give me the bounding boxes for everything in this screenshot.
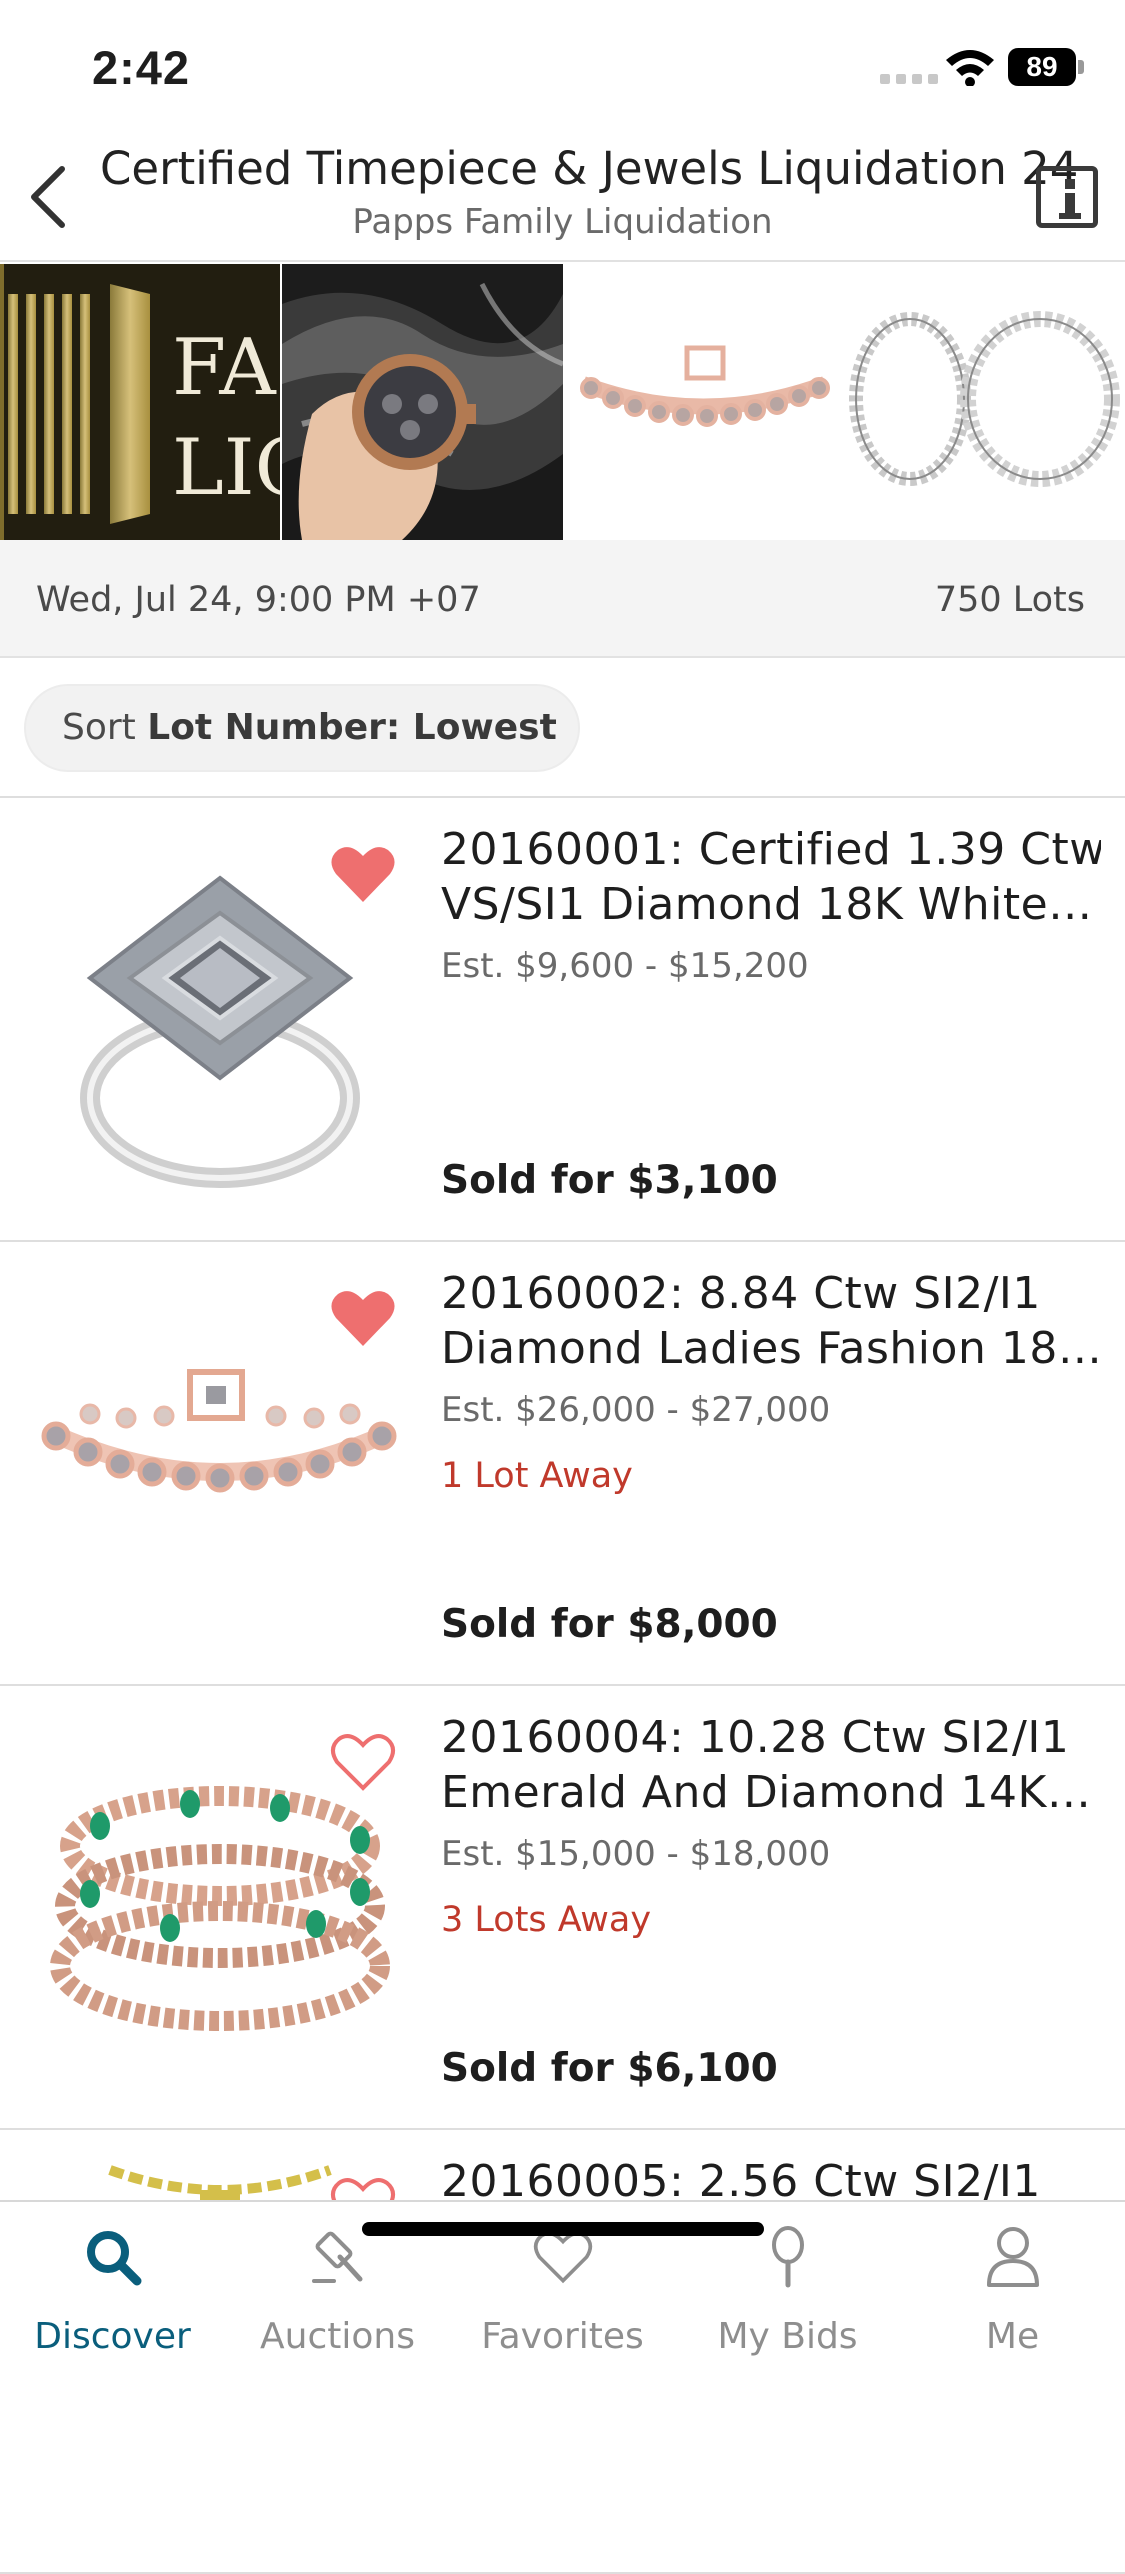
favorite-heart-icon[interactable] (330, 844, 396, 904)
status-bar: 2:42 89 (0, 0, 1125, 132)
search-icon (86, 2231, 141, 2286)
gavel-icon (311, 2231, 362, 2283)
tab-my-bids[interactable]: My Bids (675, 2222, 900, 2357)
paddle-icon (771, 2226, 804, 2288)
page-subtitle: Papps Family Liquidation (352, 202, 773, 242)
info-button[interactable] (1036, 166, 1098, 228)
lot-title: 20160004: 10.28 Ctw SI2/I1 Emerald And D… (441, 1712, 1092, 1818)
lot-sold-price: Sold for $3,100 (441, 1158, 778, 1203)
tab-me[interactable]: Me (900, 2222, 1125, 2357)
gallery-image-hoop-earrings[interactable] (844, 264, 1125, 540)
svg-text:LIQ: LIQ (172, 423, 280, 513)
sort-value: Lot Number: Lowest (147, 707, 557, 748)
svg-text:FA: FA (172, 323, 277, 413)
tab-label: My Bids (717, 2316, 858, 2357)
favorite-heart-icon[interactable] (330, 1288, 396, 1348)
tab-favorites[interactable]: Favorites (450, 2222, 675, 2357)
auction-image-gallery[interactable]: FA LIQ (0, 264, 1125, 540)
back-button[interactable] (18, 162, 78, 232)
lot-estimate: Est. $15,000 - $18,000 (441, 1834, 831, 1874)
lot-sold-price: Sold for $8,000 (441, 1602, 778, 1647)
lot-title: 20160002: 8.84 Ctw SI2/I1 Diamond Ladies… (441, 1268, 1101, 1374)
person-icon (986, 2227, 1039, 2287)
chevron-left-icon (31, 166, 65, 228)
tab-label: Me (985, 2316, 1040, 2357)
sort-area: Sort Lot Number: Lowest (0, 660, 1125, 798)
lot-away-indicator: 1 Lot Away (441, 1456, 633, 1496)
tab-label: Discover (34, 2316, 191, 2357)
tab-discover[interactable]: Discover (0, 2222, 225, 2357)
auction-info-bar: Wed, Jul 24, 9:00 PM +07 750 Lots (0, 540, 1125, 658)
heart-icon (533, 2231, 592, 2284)
tab-label: Favorites (481, 2316, 644, 2357)
gallery-image-watch[interactable] (282, 264, 563, 540)
home-indicator[interactable] (362, 2222, 764, 2236)
tab-auctions[interactable]: Auctions (225, 2222, 450, 2357)
sort-button[interactable]: Sort Lot Number: Lowest (24, 684, 580, 772)
battery-icon: 89 (1008, 48, 1076, 86)
tab-label: Auctions (260, 2316, 415, 2357)
lot-away-indicator: 3 Lots Away (441, 1900, 652, 1940)
lot-count: 750 Lots (934, 580, 1085, 620)
info-icon (1065, 179, 1075, 189)
favorite-heart-outline-icon[interactable] (330, 1732, 396, 1792)
navigation-header: Certified Timepiece & Jewels Liquidation… (0, 132, 1125, 262)
lot-row[interactable]: 20160002: 8.84 Ctw SI2/I1 Diamond Ladies… (0, 1242, 1125, 1686)
lot-title: 20160001: Certified 1.39 Ctw VS/SI1 Diam… (441, 824, 1101, 930)
lot-row[interactable]: 20160001: Certified 1.39 Ctw VS/SI1 Diam… (0, 798, 1125, 1242)
lot-row[interactable]: 20160004: 10.28 Ctw SI2/I1 Emerald And D… (0, 1686, 1125, 2130)
cellular-signal-icon (880, 74, 938, 84)
sort-prefix: Sort (62, 707, 136, 748)
page-title: Certified Timepiece & Jewels Liquidation… (100, 142, 1079, 195)
gallery-image-bracelet[interactable] (563, 264, 844, 540)
battery-tip (1078, 60, 1084, 74)
lot-sold-price: Sold for $6,100 (441, 2046, 778, 2091)
status-time: 2:42 (92, 41, 191, 94)
lot-estimate: Est. $26,000 - $27,000 (441, 1390, 831, 1430)
auction-date: Wed, Jul 24, 9:00 PM +07 (36, 580, 481, 620)
gallery-image-logo[interactable]: FA LIQ (0, 264, 280, 540)
lot-estimate: Est. $9,600 - $15,200 (441, 946, 809, 986)
wifi-icon (944, 46, 996, 90)
